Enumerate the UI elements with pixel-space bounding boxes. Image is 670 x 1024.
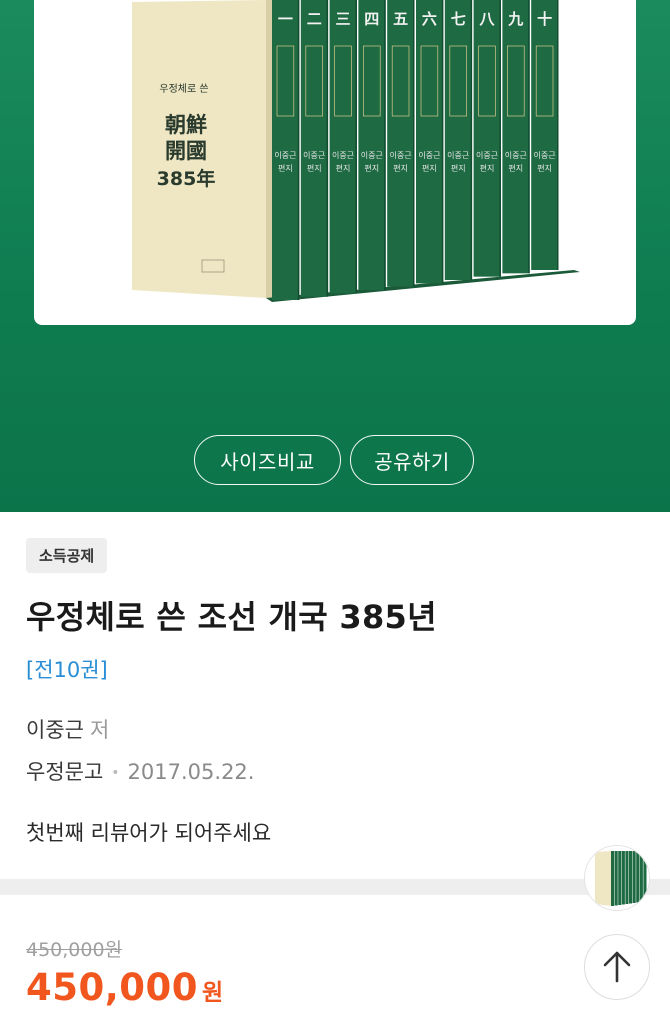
spine-subtitle: 편지	[537, 163, 552, 173]
book-set-illustration: 우정체로 쓴 朝鮮 開國 385年 一 이중근편지 二 이중근편지 三 이중근편지 四 이중근…	[132, 0, 580, 302]
scroll-top-button[interactable]	[584, 934, 650, 1000]
author-link[interactable]: 이중근	[26, 718, 84, 742]
author-row: 이중근 저	[26, 714, 109, 744]
spine-numeral: 六	[422, 10, 437, 28]
book-spine: 三 이중근편지	[329, 0, 357, 294]
thumb-spine	[639, 851, 643, 902]
thumb-spine	[621, 851, 625, 905]
spine-numeral: 九	[507, 10, 523, 28]
spine-subtitle: 편지	[422, 163, 437, 173]
publisher-link[interactable]: 우정문고	[26, 760, 103, 784]
spine-subtitle: 편지	[364, 163, 379, 173]
spine-author: 이중근	[274, 150, 296, 160]
sale-price: 450,000 원	[26, 966, 223, 1009]
section-divider	[0, 879, 670, 895]
book-spine: 一 이중근편지	[272, 0, 300, 300]
spine-author: 이중근	[476, 150, 498, 160]
thumb-spine	[643, 851, 647, 902]
thumb-spine	[636, 851, 640, 903]
spine-numeral: 二	[307, 10, 322, 28]
thumb-spine	[618, 851, 622, 905]
arrow-up-icon	[603, 951, 631, 983]
spine-author: 이중근	[332, 150, 354, 160]
thumb-spine	[611, 851, 615, 906]
thumb-spine	[629, 851, 633, 904]
book-spine: 六 이중근편지	[416, 0, 444, 284]
floating-cover-thumbnail[interactable]	[584, 845, 650, 911]
spine-author: 이중근	[418, 150, 440, 160]
first-review-prompt[interactable]: 첫번째 리뷰어가 되어주세요	[26, 817, 271, 847]
spine-subtitle: 편지	[307, 163, 322, 173]
slipcase-title: 우정체로 쓴	[159, 83, 208, 95]
spine-numeral: 七	[451, 10, 466, 28]
book-spine: 二 이중근편지	[300, 0, 329, 297]
publisher-row: 우정문고 • 2017.05.22.	[26, 756, 254, 786]
spine-subtitle: 편지	[508, 163, 523, 173]
spine-subtitle: 편지	[336, 163, 351, 173]
book-spine: 四 이중근편지	[358, 0, 386, 290]
spine-numeral: 八	[478, 10, 495, 28]
spine-subtitle: 편지	[393, 163, 408, 173]
product-hero: 우정체로 쓴 朝鮮 開國 385年 一 이중근편지 二 이중근편지 三 이중근편지 四 이중근…	[0, 0, 670, 512]
spine-numeral: 一	[278, 10, 293, 28]
spine-author: 이중근	[534, 150, 556, 160]
slipcase-hanja-bottom: 開國	[165, 138, 207, 163]
book-spine: 七 이중근편지	[444, 0, 473, 280]
thumb-spine	[625, 851, 629, 904]
share-button[interactable]: 공유하기	[350, 435, 474, 485]
sale-price-unit: 원	[202, 980, 224, 1006]
cover-image[interactable]: 우정체로 쓴 朝鮮 開國 385年 一 이중근편지 二 이중근편지 三 이중근편지 四 이중근…	[34, 0, 636, 325]
slipcase-hanja-top: 朝鮮	[165, 112, 207, 137]
spine-author: 이중근	[505, 150, 527, 160]
volume-count-link[interactable]: [전10권]	[26, 654, 108, 684]
publish-date: 2017.05.22.	[127, 760, 255, 784]
spine-subtitle: 편지	[480, 163, 495, 173]
spine-numeral: 十	[537, 10, 552, 28]
spine-subtitle: 편지	[278, 163, 293, 173]
sale-price-amount: 450,000	[26, 966, 199, 1009]
spine-subtitle: 편지	[451, 163, 466, 173]
book-spine: 五 이중근편지	[387, 0, 415, 287]
author-role: 저	[89, 718, 110, 742]
size-compare-button[interactable]: 사이즈비교	[194, 435, 341, 485]
spine-author: 이중근	[361, 150, 383, 160]
cover-thumbnail-icon	[585, 846, 649, 910]
thumb-spine	[614, 851, 618, 906]
book-spine: 九 이중근편지	[502, 0, 530, 274]
spine-author: 이중근	[447, 150, 469, 160]
book-spine: 八 이중근편지	[473, 0, 501, 277]
separator-dot: •	[111, 765, 120, 781]
product-title: 우정체로 쓴 조선 개국 385년	[26, 598, 437, 636]
spine-author: 이중근	[303, 150, 325, 160]
thumb-spine	[632, 851, 636, 903]
spine-author: 이중근	[390, 150, 412, 160]
spine-numeral: 三	[335, 10, 350, 28]
slipcase-year: 385年	[157, 167, 216, 190]
income-deduction-badge: 소득공제	[26, 538, 108, 573]
original-price: 450,000원	[26, 939, 123, 961]
spine-numeral: 四	[364, 10, 379, 28]
book-spine: 十 이중근편지	[531, 0, 559, 270]
spine-numeral: 五	[393, 10, 408, 28]
